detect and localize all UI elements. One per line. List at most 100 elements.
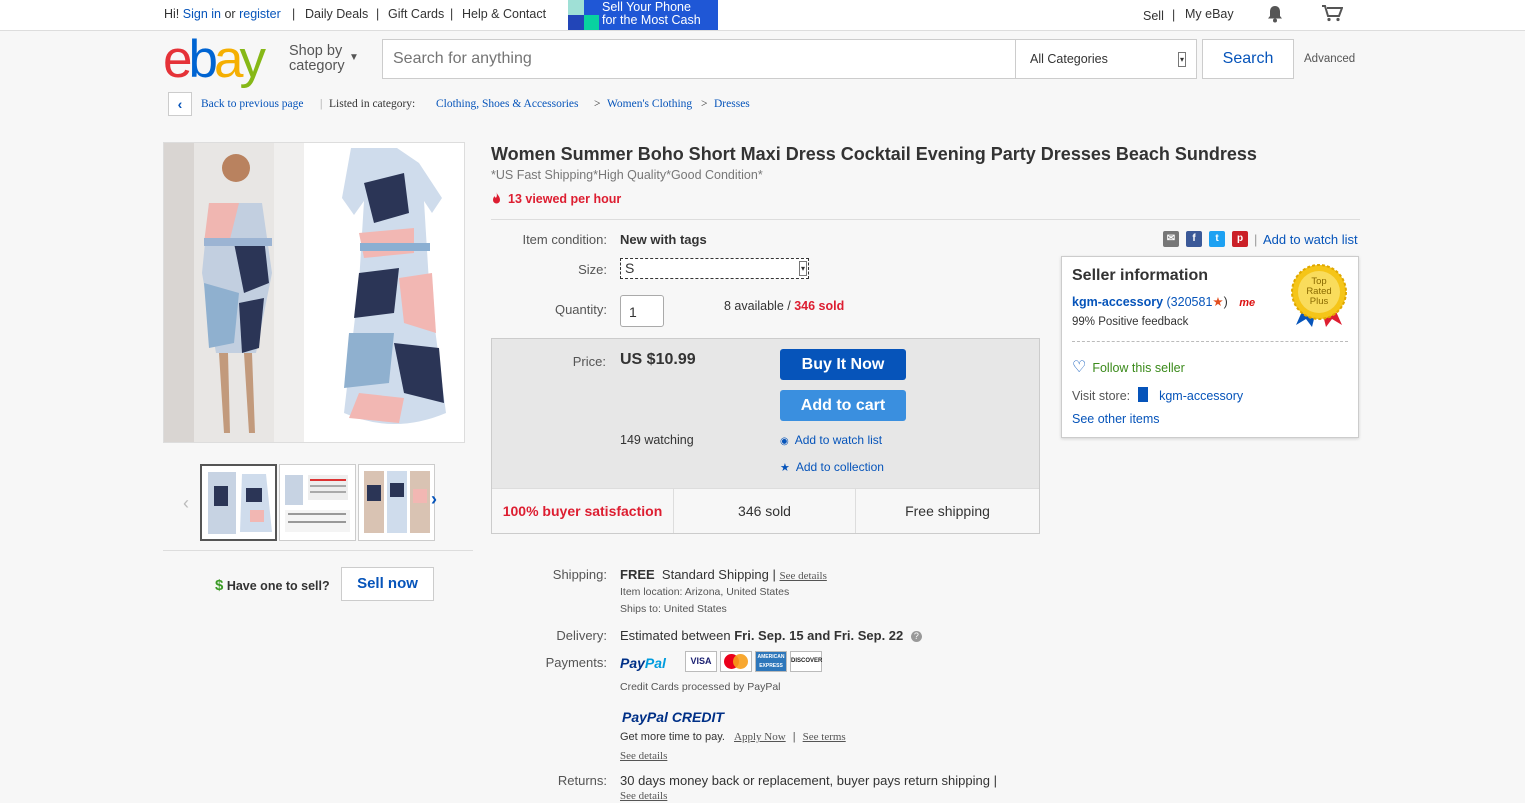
dollar-icon: $ <box>215 577 224 594</box>
paypal-credit-row: Get more time to pay. Apply Now | See te… <box>620 731 846 743</box>
category-select[interactable]: All Categories ▾ <box>1015 40 1196 78</box>
sign-in-link[interactable]: Sign in <box>183 7 221 21</box>
divider <box>1072 341 1348 342</box>
me-icon[interactable]: me <box>1239 297 1255 309</box>
bell-icon[interactable] <box>1267 5 1283 26</box>
returns-see-details-link[interactable]: See details <box>620 790 667 802</box>
chevron-down-icon: ▾ <box>799 261 807 276</box>
paypal-logo: PayPal <box>620 655 666 671</box>
buy-it-now-button[interactable]: Buy It Now <box>780 349 906 380</box>
viewed-per-hour: 13 viewed per hour <box>491 192 621 206</box>
listed-in-label: Listed in category: <box>329 98 416 110</box>
discover-icon: DISCOVER <box>790 651 822 672</box>
seller-name-row: kgm-accessory (320581★) me <box>1072 295 1256 309</box>
divider: | <box>292 7 296 21</box>
add-to-cart-button[interactable]: Add to cart <box>780 390 906 421</box>
shipping-label: Shipping: <box>552 567 607 582</box>
quantity-input[interactable]: 1 <box>620 295 664 327</box>
email-share-icon[interactable]: ✉ <box>1163 231 1179 247</box>
chevron-down-icon: ▾ <box>1178 52 1186 67</box>
register-link[interactable]: register <box>239 7 281 21</box>
divider <box>163 550 473 551</box>
add-to-watch-list-link[interactable]: Add to watch list <box>1263 232 1358 247</box>
thumbnail[interactable] <box>358 464 435 541</box>
add-to-collection-link[interactable]: ★ Add to collection <box>780 460 884 474</box>
breadcrumb-item-clothing[interactable]: Clothing, Shoes & Accessories <box>436 98 578 110</box>
condition-label: Item condition: <box>522 232 607 247</box>
back-arrow-icon[interactable]: ‹ <box>168 92 192 116</box>
sold-badge: 346 sold <box>674 489 856 533</box>
paypal-see-details-link[interactable]: See details <box>620 750 667 762</box>
star-icon: ★ <box>1212 295 1224 309</box>
paypal-credit-logo: PayPal CREDIT <box>622 709 724 725</box>
follow-seller-link[interactable]: ♡ Follow this seller <box>1072 357 1185 377</box>
breadcrumb-item-dresses[interactable]: Dresses <box>714 98 750 110</box>
ebay-logo[interactable]: ebay <box>163 33 266 87</box>
pinterest-share-icon[interactable]: p <box>1232 231 1248 247</box>
twitter-share-icon[interactable]: t <box>1209 231 1225 247</box>
sell-phone-banner[interactable]: Sell Your Phone for the Most Cash <box>568 0 718 30</box>
add-to-watch-list-link[interactable]: ◉ Add to watch list <box>780 433 882 447</box>
main-product-image[interactable] <box>163 142 465 443</box>
buy-box: Price: US $10.99 Buy It Now Add to cart … <box>491 338 1040 534</box>
divider: | <box>450 7 454 21</box>
availability: 8 available / 346 sold <box>724 299 845 313</box>
gift-cards-link[interactable]: Gift Cards <box>388 7 444 21</box>
breadcrumb-item-womens[interactable]: Women's Clothing <box>607 98 692 110</box>
size-select[interactable]: S ▾ <box>620 258 809 279</box>
visit-store-row: Visit store: kgm-accessory <box>1072 387 1244 403</box>
shop-by-category[interactable]: Shop by category ▼ <box>289 44 359 74</box>
see-other-items-link[interactable]: See other items <box>1072 412 1160 426</box>
see-terms-link[interactable]: See terms <box>803 731 846 743</box>
thumbnail[interactable] <box>279 464 356 541</box>
apply-now-link[interactable]: Apply Now <box>734 731 786 743</box>
visa-icon: VISA <box>685 651 717 672</box>
watching-count: 149 watching <box>620 433 694 447</box>
sell-link[interactable]: Sell <box>1143 9 1164 23</box>
facebook-share-icon[interactable]: f <box>1186 231 1202 247</box>
heart-icon: ♡ <box>1072 359 1087 376</box>
item-location: Item location: Arizona, United States <box>620 586 790 598</box>
cart-icon[interactable] <box>1321 4 1344 25</box>
sell-now-button[interactable]: Sell now <box>341 567 434 601</box>
search-button[interactable]: Search <box>1202 39 1294 79</box>
seller-info-heading: Seller information <box>1072 267 1209 284</box>
my-ebay-link[interactable]: My eBay <box>1185 7 1234 21</box>
thumbnail-strip: ‹ › <box>183 463 463 543</box>
chevron-left-icon[interactable]: ‹ <box>183 493 189 514</box>
card-logos: VISA AMERICAN EXPRESS DISCOVER <box>685 651 825 673</box>
credit-cards-processed: Credit Cards processed by PayPal <box>620 681 781 693</box>
shipping-see-details-link[interactable]: See details <box>780 570 827 582</box>
eye-icon: ◉ <box>780 436 789 447</box>
have-one-to-sell: $ Have one to sell? <box>215 577 330 594</box>
star-icon: ★ <box>780 462 790 474</box>
daily-deals-link[interactable]: Daily Deals <box>305 7 368 21</box>
divider: | <box>1254 232 1258 247</box>
buybox-highlights: 100% buyer satisfaction 346 sold Free sh… <box>492 488 1039 533</box>
back-link[interactable]: Back to previous page <box>201 98 304 110</box>
ships-to: Ships to: United States <box>620 603 727 615</box>
flame-icon <box>493 192 500 204</box>
size-label: Size: <box>578 262 607 277</box>
help-contact-link[interactable]: Help & Contact <box>462 7 546 21</box>
item-title: Women Summer Boho Short Maxi Dress Cockt… <box>491 144 1257 164</box>
divider: | <box>1172 8 1176 22</box>
mastercard-icon <box>720 651 752 672</box>
store-link[interactable]: kgm-accessory <box>1159 389 1243 403</box>
top-rated-plus-badge: Top Rated Plus <box>1286 263 1352 327</box>
feedback-score[interactable]: (320581 <box>1167 295 1213 309</box>
help-icon[interactable]: ? <box>910 631 922 642</box>
advanced-search-link[interactable]: Advanced <box>1304 53 1355 65</box>
thumbnail[interactable] <box>200 464 277 541</box>
returns-value: 30 days money back or replacement, buyer… <box>620 773 997 788</box>
chevron-right-icon[interactable]: › <box>431 489 437 510</box>
top-bar: Hi! Sign in or register | Daily Deals | … <box>0 0 1525 31</box>
sold-count: 346 sold <box>794 299 845 313</box>
seller-name-link[interactable]: kgm-accessory <box>1072 295 1163 309</box>
search-input[interactable] <box>383 40 1015 78</box>
satisfaction-badge: 100% buyer satisfaction <box>492 489 674 533</box>
shipping-value: FREE Standard Shipping | See details <box>620 567 827 582</box>
price-value: US $10.99 <box>620 351 696 368</box>
delivery-value: Estimated between Fri. Sep. 15 and Fri. … <box>620 628 922 643</box>
returns-label: Returns: <box>557 773 607 788</box>
